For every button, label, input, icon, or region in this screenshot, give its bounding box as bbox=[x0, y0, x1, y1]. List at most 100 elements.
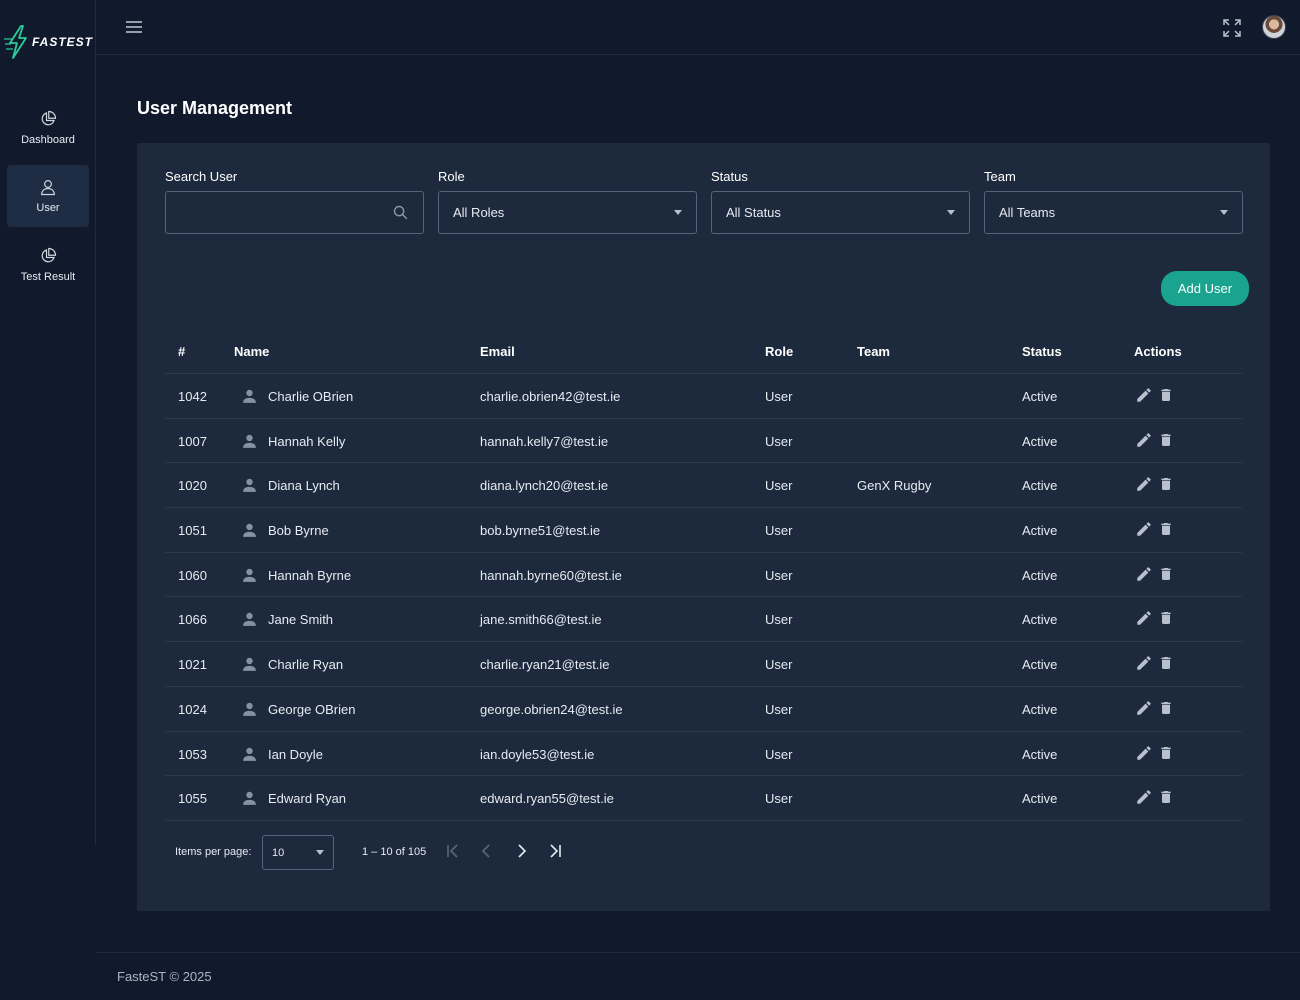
column-header-id[interactable]: # bbox=[178, 344, 185, 359]
cell-role: User bbox=[765, 478, 793, 494]
cell-id: 1051 bbox=[178, 523, 207, 539]
add-user-button[interactable]: Add User bbox=[1161, 271, 1249, 306]
edit-icon[interactable] bbox=[1135, 744, 1153, 767]
edit-icon[interactable] bbox=[1135, 520, 1153, 543]
cell-role: User bbox=[765, 433, 793, 449]
delete-icon[interactable] bbox=[1158, 386, 1174, 409]
column-header-email[interactable]: Email bbox=[480, 344, 515, 359]
table-row[interactable]: 1020 Diana Lynch diana.lynch20@test.ie User… bbox=[165, 463, 1242, 509]
cell-id: 1020 bbox=[178, 478, 207, 494]
cell-email: charlie.ryan21@test.ie bbox=[480, 657, 610, 673]
pie-chart-icon bbox=[41, 247, 57, 263]
cell-role: User bbox=[765, 746, 793, 762]
delete-icon[interactable] bbox=[1158, 609, 1174, 632]
chevron-down-icon bbox=[1220, 210, 1228, 215]
edit-icon[interactable] bbox=[1135, 475, 1153, 498]
sidebar-item-test-result[interactable]: Test Result bbox=[7, 234, 89, 296]
table-row[interactable]: 1055 Edward Ryan edward.ryan55@test.ie User… bbox=[165, 776, 1242, 821]
search-user-field[interactable] bbox=[165, 191, 424, 234]
cell-name: Jane Smith bbox=[268, 612, 334, 628]
table-header: # Name Email Role Team Status Actions bbox=[165, 328, 1242, 374]
sidebar: FASTEST Dashboard User Test Result bbox=[0, 0, 96, 845]
edit-icon[interactable] bbox=[1135, 609, 1153, 632]
delete-icon[interactable] bbox=[1158, 520, 1174, 543]
page-title: User Management bbox=[137, 98, 293, 118]
edit-icon[interactable] bbox=[1135, 386, 1153, 409]
cell-email: george.obrien24@test.ie bbox=[480, 701, 623, 717]
edit-icon[interactable] bbox=[1135, 431, 1153, 454]
table-row[interactable]: 1021 Charlie Ryan charlie.ryan21@test.ie Us… bbox=[165, 642, 1242, 687]
cell-email: diana.lynch20@test.ie bbox=[480, 478, 609, 494]
edit-icon[interactable] bbox=[1135, 654, 1153, 677]
sidebar-item-label: Test Result bbox=[20, 271, 76, 283]
avatar[interactable] bbox=[1262, 15, 1286, 39]
first-page-icon[interactable] bbox=[444, 842, 462, 860]
table-row[interactable]: 1024 George OBrien george.obrien24@test.ie… bbox=[165, 687, 1242, 732]
cell-status: Active bbox=[1022, 523, 1058, 539]
sidebar-item-user[interactable]: User bbox=[7, 165, 89, 227]
cell-email: charlie.obrien42@test.ie bbox=[480, 389, 621, 404]
cell-role: User bbox=[765, 389, 793, 404]
app-logo[interactable]: FASTEST bbox=[4, 24, 96, 60]
delete-icon[interactable] bbox=[1158, 788, 1174, 811]
cell-name: Hannah Byrne bbox=[268, 567, 352, 583]
cell-id: 1066 bbox=[178, 612, 207, 628]
cell-id: 1060 bbox=[178, 567, 207, 583]
items-per-page-select[interactable]: 10 bbox=[262, 835, 334, 870]
delete-icon[interactable] bbox=[1158, 475, 1174, 498]
edit-icon[interactable] bbox=[1135, 788, 1153, 811]
search-user-label: Search User bbox=[165, 169, 238, 184]
column-header-role[interactable]: Role bbox=[765, 344, 793, 359]
items-per-page-value: 10 bbox=[272, 846, 285, 859]
sidebar-item-label: Dashboard bbox=[21, 134, 75, 146]
cell-name: Edward Ryan bbox=[268, 791, 347, 807]
table-row[interactable]: 1042 Charlie OBrien charlie.obrien42@test.… bbox=[165, 374, 1242, 419]
status-select[interactable]: All Status bbox=[711, 191, 970, 234]
person-icon bbox=[241, 433, 258, 455]
table-row[interactable]: 1007 Hannah Kelly hannah.kelly7@test.ie Use… bbox=[165, 419, 1242, 464]
status-select-value: All Status bbox=[726, 205, 781, 220]
person-icon bbox=[241, 388, 258, 410]
edit-icon[interactable] bbox=[1135, 699, 1153, 722]
table-row[interactable]: 1060 Hannah Byrne hannah.byrne60@test.ie Us… bbox=[165, 553, 1242, 598]
column-header-status[interactable]: Status bbox=[1022, 344, 1062, 359]
cell-role: User bbox=[765, 791, 793, 807]
last-page-icon[interactable] bbox=[546, 842, 564, 860]
delete-icon[interactable] bbox=[1158, 565, 1174, 588]
search-input[interactable] bbox=[180, 205, 392, 220]
previous-page-icon[interactable] bbox=[478, 842, 496, 860]
person-icon bbox=[241, 656, 258, 678]
delete-icon[interactable] bbox=[1158, 744, 1174, 767]
role-select[interactable]: All Roles bbox=[438, 191, 697, 234]
fullscreen-icon[interactable] bbox=[1222, 18, 1242, 38]
cell-id: 1055 bbox=[178, 791, 207, 807]
cell-team: GenX Rugby bbox=[857, 478, 932, 494]
sidebar-item-dashboard[interactable]: Dashboard bbox=[7, 97, 89, 159]
lightning-logo-icon bbox=[4, 25, 27, 59]
hamburger-menu-icon[interactable] bbox=[124, 18, 144, 36]
delete-icon[interactable] bbox=[1158, 431, 1174, 454]
delete-icon[interactable] bbox=[1158, 699, 1174, 722]
cell-id: 1024 bbox=[178, 701, 207, 717]
chevron-down-icon bbox=[674, 210, 682, 215]
person-icon bbox=[241, 477, 258, 499]
footer-divider bbox=[96, 952, 1300, 953]
next-page-icon[interactable] bbox=[512, 842, 530, 860]
cell-status: Active bbox=[1022, 433, 1058, 449]
role-select-value: All Roles bbox=[453, 205, 505, 220]
cell-email: bob.byrne51@test.ie bbox=[480, 523, 601, 539]
cell-role: User bbox=[765, 523, 793, 539]
items-per-page-label: Items per page: bbox=[175, 846, 252, 858]
table-row[interactable]: 1066 Jane Smith jane.smith66@test.ie User Ac… bbox=[165, 597, 1242, 643]
edit-icon[interactable] bbox=[1135, 565, 1153, 588]
delete-icon[interactable] bbox=[1158, 654, 1174, 677]
team-select[interactable]: All Teams bbox=[984, 191, 1243, 234]
cell-status: Active bbox=[1022, 791, 1058, 807]
cell-id: 1042 bbox=[178, 389, 207, 404]
table-row[interactable]: 1053 Ian Doyle ian.doyle53@test.ie User Acti… bbox=[165, 732, 1242, 777]
person-icon bbox=[241, 746, 258, 768]
team-label: Team bbox=[984, 169, 1016, 184]
column-header-name[interactable]: Name bbox=[234, 344, 269, 359]
table-row[interactable]: 1051 Bob Byrne bob.byrne51@test.ie User Acti… bbox=[165, 508, 1242, 553]
column-header-team[interactable]: Team bbox=[857, 344, 890, 359]
